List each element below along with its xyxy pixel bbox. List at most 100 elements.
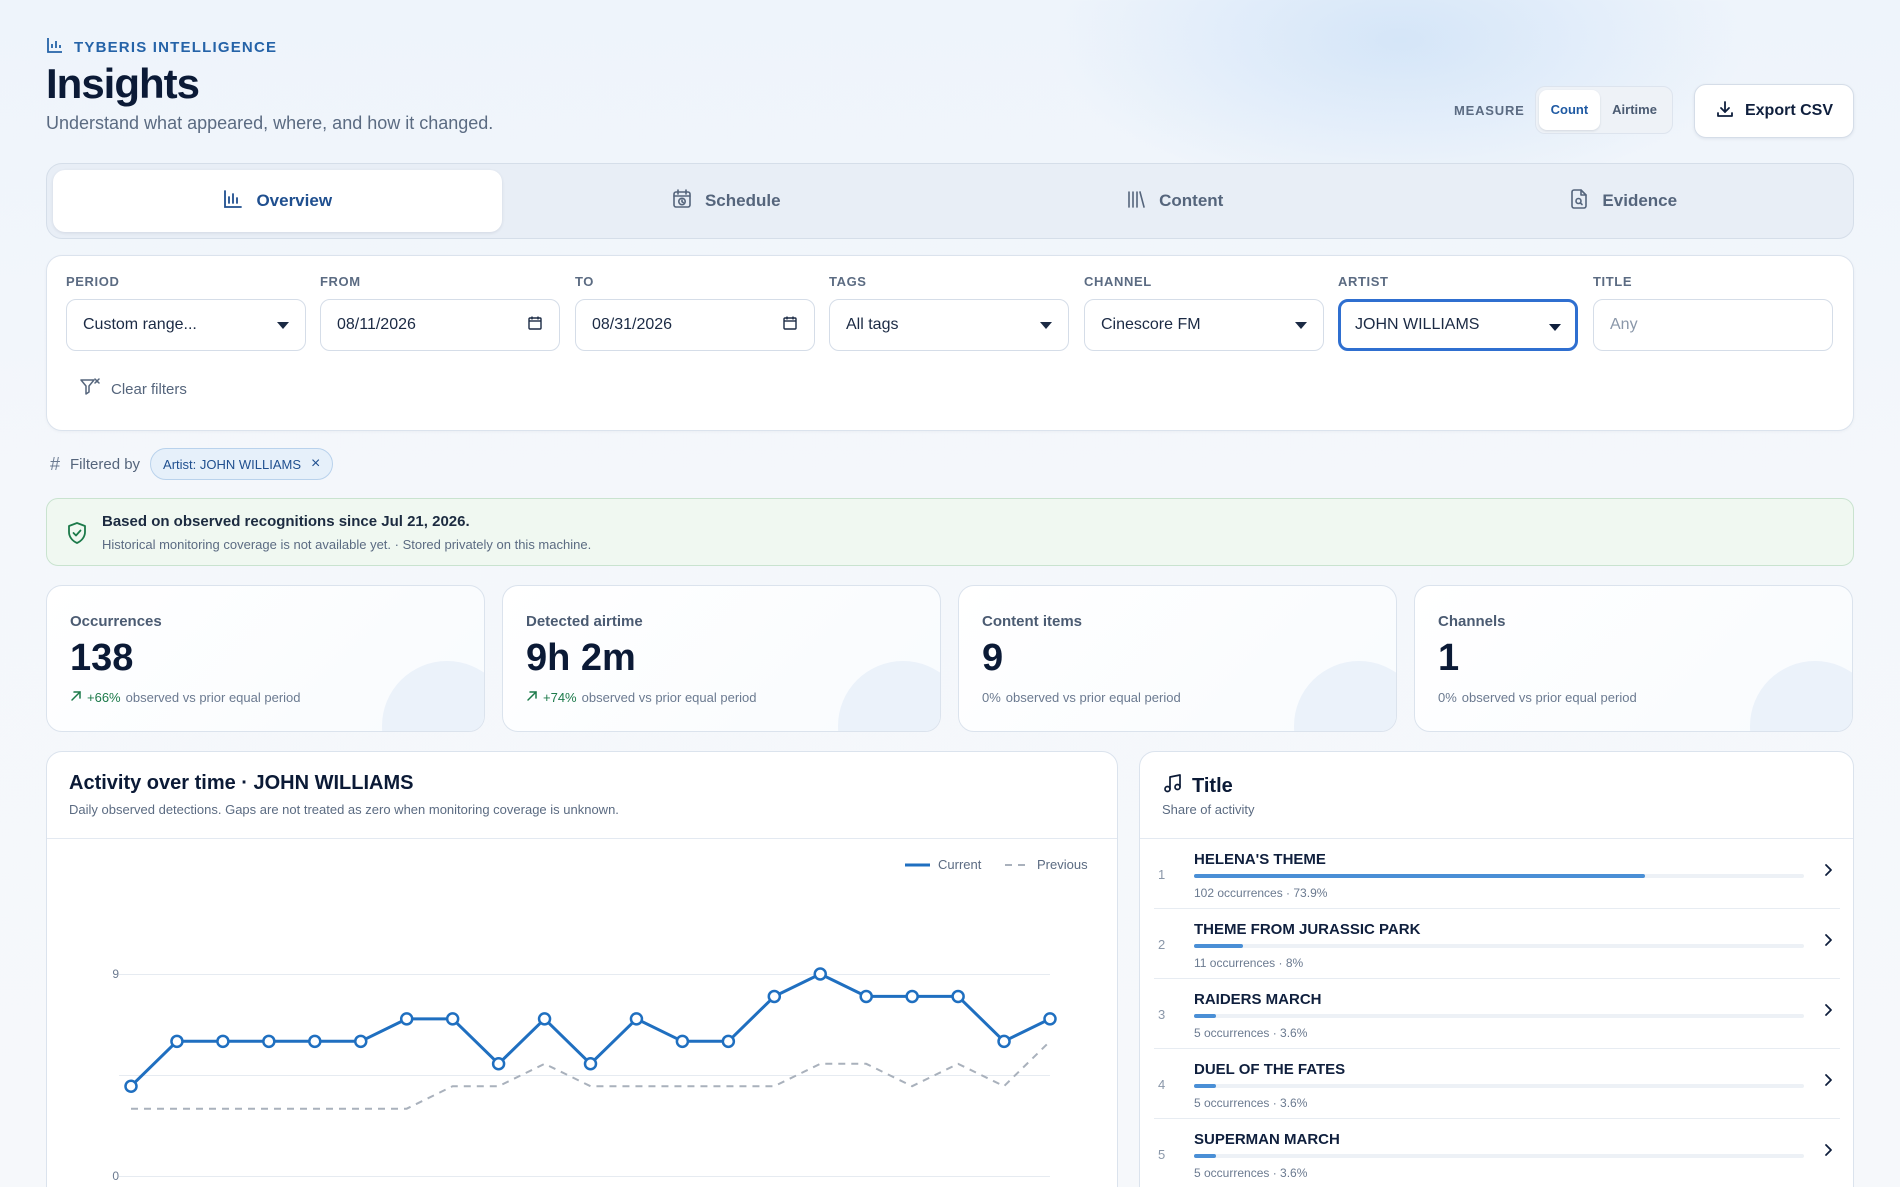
data-point (491, 1057, 506, 1071)
share-bar-fill (1194, 1014, 1216, 1018)
to-date-input[interactable]: 08/31/2026 (575, 299, 815, 351)
chevron-right-icon[interactable] (1821, 1073, 1835, 1087)
data-point (997, 1034, 1011, 1049)
title-meta: 5 occurrences · 3.6% (1194, 1026, 1308, 1040)
tab-overview[interactable]: Overview (53, 170, 502, 232)
caret-down-icon (1549, 323, 1561, 331)
data-point (124, 1079, 138, 1093)
activity-title: Activity over time · JOHN WILLIAMS (69, 772, 414, 794)
period-select[interactable]: Custom range... (66, 299, 306, 351)
tab-content[interactable]: Content (950, 170, 1399, 232)
artist-label: ARTIST (1338, 274, 1389, 289)
title-rank: 4 (1158, 1077, 1166, 1092)
coverage-notice: Based on observed recognitions since Jul… (46, 498, 1854, 566)
kpi-delta-text: observed vs prior equal period (1461, 690, 1637, 705)
hash-icon: # (50, 453, 61, 474)
brand: TYBERIS INTELLIGENCE (46, 36, 277, 58)
kpi-value: 9 (982, 637, 1004, 679)
kpi-delta-value: +66% (87, 690, 121, 705)
tags-label: TAGS (829, 274, 867, 289)
channel-filter: CHANNEL Cinescore FM (1084, 274, 1324, 351)
decorative-circle (382, 661, 484, 731)
arrow-up-right-icon (526, 690, 538, 705)
data-point (170, 1034, 184, 1049)
channel-value: Cinescore FM (1101, 316, 1201, 333)
chevron-right-icon[interactable] (1821, 863, 1835, 877)
measure-count-button[interactable]: Count (1538, 90, 1601, 130)
title-meta: 5 occurrences · 3.6% (1194, 1096, 1308, 1110)
chevron-right-icon[interactable] (1821, 1003, 1835, 1017)
export-csv-button[interactable]: Export CSV (1694, 84, 1854, 138)
kpi-value: 1 (1438, 637, 1460, 679)
data-point (675, 1034, 690, 1049)
kpi-delta: +66% observed vs prior equal period (70, 690, 301, 705)
title-rank: 1 (1158, 867, 1166, 882)
filtered-by-bar: # Filtered by Artist: JOHN WILLIAMS × (50, 448, 334, 480)
title-panel-title: Title (1192, 774, 1233, 797)
from-date-input[interactable]: 08/11/2026 (320, 299, 560, 351)
activity-subtitle: Daily observed detections. Gaps are not … (69, 802, 619, 817)
title-row[interactable]: 5 SUPERMAN MARCH 5 occurrences · 3.6% (1154, 1119, 1840, 1187)
data-point (308, 1034, 322, 1049)
bar-chart-icon (222, 188, 244, 215)
tab-schedule[interactable]: Schedule (502, 170, 951, 232)
title-row[interactable]: 3 RAIDERS MARCH 5 occurrences · 3.6% (1154, 979, 1840, 1049)
kpi-delta: +74% observed vs prior equal period (526, 690, 757, 705)
artist-select[interactable]: JOHN WILLIAMS (1338, 299, 1578, 351)
music-note-icon (1162, 772, 1184, 800)
caret-down-icon (1295, 321, 1307, 329)
notice-subtitle: Historical monitoring coverage is not av… (102, 537, 592, 552)
chevron-right-icon[interactable] (1821, 1143, 1835, 1157)
data-point (399, 1012, 414, 1026)
tab-label: Overview (256, 191, 333, 210)
share-bar (1194, 874, 1804, 878)
title-row[interactable]: 2 THEME FROM JURASSIC PARK 11 occurrences … (1154, 909, 1840, 979)
period-filter: PERIOD Custom range... (66, 274, 306, 351)
data-point (583, 1057, 598, 1071)
notice-title: Based on observed recognitions since Jul… (102, 513, 470, 530)
filters-card: PERIOD Custom range... FROM 08/11/2026 T… (46, 255, 1854, 431)
from-value: 08/11/2026 (337, 316, 416, 333)
export-label: Export CSV (1744, 102, 1833, 119)
title-row[interactable]: 4 DUEL OF THE FATES 5 occurrences · 3.6% (1154, 1049, 1840, 1119)
kpi-card-occurrences: Occurrences 138 +66% observed vs prior e… (46, 585, 485, 732)
file-search-icon (1568, 188, 1590, 215)
kpi-label: Occurrences (70, 613, 162, 630)
title-rank: 5 (1158, 1147, 1166, 1162)
caret-down-icon (1040, 321, 1052, 329)
decorative-circle (838, 661, 940, 731)
title-name: SUPERMAN MARCH (1194, 1131, 1340, 1148)
kpi-delta-value: +74% (543, 690, 577, 705)
download-icon (1715, 99, 1735, 124)
calendar-icon[interactable] (782, 315, 798, 336)
close-icon[interactable]: × (311, 455, 320, 473)
measure-airtime-button[interactable]: Airtime (1600, 90, 1669, 130)
tags-select[interactable]: All tags (829, 299, 1069, 351)
share-bar-fill (1194, 1084, 1216, 1088)
title-input[interactable]: Any (1593, 299, 1833, 351)
y-tick-label: 0 (112, 1169, 119, 1183)
kpi-value: 9h 2m (526, 637, 636, 679)
calendar-icon[interactable] (527, 315, 543, 336)
caret-down-icon (277, 321, 289, 329)
title-name: THEME FROM JURASSIC PARK (1194, 921, 1421, 938)
active-filter-chip[interactable]: Artist: JOHN WILLIAMS × (150, 448, 334, 480)
data-point (537, 1012, 552, 1026)
legend-previous-label: Previous (1037, 857, 1088, 872)
data-point (859, 989, 873, 1004)
tab-evidence[interactable]: Evidence (1399, 170, 1848, 232)
kpi-delta-value: 0% (982, 690, 1001, 705)
artist-filter: ARTIST JOHN WILLIAMS (1338, 274, 1578, 351)
filtered-by-label: Filtered by (70, 455, 141, 473)
clear-filters-button[interactable]: Clear filters (79, 376, 187, 402)
kpi-label: Detected airtime (526, 613, 643, 630)
data-point (813, 967, 827, 981)
channel-select[interactable]: Cinescore FM (1084, 299, 1324, 351)
kpi-delta-value: 0% (1438, 690, 1457, 705)
data-point (721, 1034, 736, 1049)
measure-label: MEASURE (1454, 102, 1525, 118)
period-value: Custom range... (83, 316, 197, 333)
chevron-right-icon[interactable] (1821, 933, 1835, 947)
decorative-circle (1294, 661, 1396, 731)
title-row[interactable]: 1 HELENA'S THEME 102 occurrences · 73.9% (1154, 839, 1840, 909)
